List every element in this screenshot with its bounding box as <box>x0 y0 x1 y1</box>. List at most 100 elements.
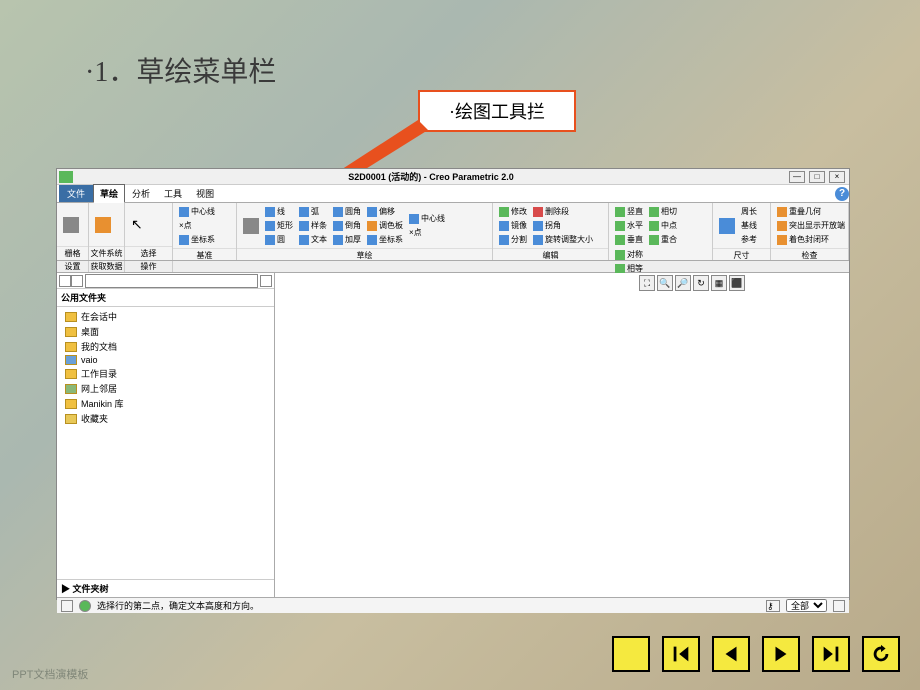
sidebar-item-documents[interactable]: 我的文档 <box>57 339 274 354</box>
text-button[interactable]: 文本 <box>297 233 329 246</box>
coincident-button[interactable]: 重合 <box>647 233 679 246</box>
overlap-button[interactable]: 重叠几何 <box>775 205 847 218</box>
sidebar-item-vaio[interactable]: vaio <box>57 354 274 366</box>
nav-blank-button[interactable] <box>612 636 650 672</box>
app-window: S2D0001 (活动的) - Creo Parametric 2.0 — □ … <box>56 168 850 600</box>
mirror-button[interactable]: 镜像 <box>497 219 529 232</box>
nav-last-button[interactable] <box>812 636 850 672</box>
canvas-area[interactable]: ⛶ 🔍 🔎 ↻ ▦ ⬛ <box>275 273 849 597</box>
nav-prev-button[interactable] <box>712 636 750 672</box>
fillet-button[interactable]: 圆角 <box>331 205 363 218</box>
nav-buttons <box>612 636 900 672</box>
horiz-button[interactable]: 水平 <box>613 219 645 232</box>
ref-button[interactable]: 参考 <box>739 233 759 246</box>
group-sketch: 草绘 <box>237 248 492 262</box>
repaint-button[interactable]: ↻ <box>693 275 709 291</box>
status-icon-1[interactable] <box>61 600 73 612</box>
sidebar-item-favorites[interactable]: 收藏夹 <box>57 411 274 426</box>
tab-analysis[interactable]: 分析 <box>125 184 157 203</box>
group-dim: 尺寸 <box>713 248 770 262</box>
perim-button[interactable]: 周长 <box>739 205 759 218</box>
tab-sketch[interactable]: 草绘 <box>93 184 125 203</box>
callout-toolbar: ·绘图工具拦 <box>418 90 576 132</box>
tab-view[interactable]: 视图 <box>189 184 221 203</box>
rotate-button[interactable]: 旋转调整大小 <box>531 233 595 246</box>
workdir-icon <box>65 369 77 379</box>
chamfer-button[interactable]: 倒角 <box>331 219 363 232</box>
maximize-button[interactable]: □ <box>809 171 825 183</box>
group-ops-label: 选择 <box>125 246 172 260</box>
delete-button[interactable]: 删除段 <box>531 205 595 218</box>
palette-button[interactable]: 调色板 <box>365 219 405 232</box>
rect-button[interactable]: 矩形 <box>263 219 295 232</box>
shade-button[interactable]: 着色封闭环 <box>775 233 847 246</box>
minimize-button[interactable]: — <box>789 171 805 183</box>
circle-button[interactable]: 圆 <box>263 233 295 246</box>
thicken-button[interactable]: 加厚 <box>331 233 363 246</box>
centerline2-button[interactable]: 中心线 <box>407 212 447 225</box>
filter-select[interactable]: 全部 <box>786 599 827 612</box>
nav-next-button[interactable] <box>762 636 800 672</box>
folder-tab-icon[interactable] <box>59 275 71 287</box>
arc-button[interactable]: 弧 <box>297 205 329 218</box>
grouplbl-3: 操作 <box>125 261 173 272</box>
normal-button[interactable] <box>717 217 737 235</box>
status-message: 选择行的第二点，确定文本高度和方向。 <box>97 599 259 612</box>
view-saved-button[interactable]: ⬛ <box>729 275 745 291</box>
filter-icon[interactable]: ⚷ <box>766 600 780 612</box>
midpt-button[interactable]: 中点 <box>647 219 679 232</box>
vert-button[interactable]: 竖直 <box>613 205 645 218</box>
sidebar-item-manikin[interactable]: Manikin 库 <box>57 396 274 411</box>
status-icon-2[interactable] <box>79 600 91 612</box>
sidebar-item-workdir[interactable]: 工作目录 <box>57 366 274 381</box>
zoom-out-button[interactable]: 🔎 <box>675 275 691 291</box>
display-button[interactable]: ▦ <box>711 275 727 291</box>
zoom-fit-button[interactable]: ⛶ <box>639 275 655 291</box>
workspace: 公用文件夹 在会话中 桌面 我的文档 vaio 工作目录 网上邻居 Maniki… <box>57 273 849 597</box>
folder-tree-toggle[interactable]: ▶ 文件夹树 <box>57 579 274 597</box>
session-icon <box>65 312 77 322</box>
offset-button[interactable]: 偏移 <box>365 205 405 218</box>
point2-button[interactable]: ×点 <box>407 226 447 239</box>
baseline-button[interactable]: 基线 <box>739 219 759 232</box>
point-button[interactable]: ×点 <box>177 219 217 232</box>
group-getdata: 文件系统 <box>89 246 124 260</box>
sym-button[interactable]: 对称 <box>613 248 645 261</box>
search-tab-icon[interactable] <box>71 275 83 287</box>
select-button[interactable]: ↖ <box>129 215 145 234</box>
app-icon <box>59 171 73 183</box>
group-edit: 编辑 <box>493 248 608 262</box>
coord2-button[interactable]: 坐标系 <box>365 233 405 246</box>
sidebar-item-network[interactable]: 网上邻居 <box>57 381 274 396</box>
address-input[interactable] <box>85 274 258 288</box>
line-button[interactable]: 线 <box>263 205 295 218</box>
computer-icon <box>65 355 77 365</box>
highlight-button[interactable]: 突出显示开放端 <box>775 219 847 232</box>
corner-button[interactable]: 拐角 <box>531 219 595 232</box>
help-icon[interactable]: ? <box>835 187 849 201</box>
tab-tools[interactable]: 工具 <box>157 184 189 203</box>
file-system-button[interactable] <box>93 216 113 234</box>
sidebar-item-session[interactable]: 在会话中 <box>57 309 274 324</box>
grouplbl-1: 设置 <box>57 261 89 272</box>
tangent-button[interactable]: 相切 <box>647 205 679 218</box>
spline-button[interactable]: 样条 <box>297 219 329 232</box>
modify-button[interactable]: 修改 <box>497 205 529 218</box>
nav-return-button[interactable] <box>862 636 900 672</box>
divide-button[interactable]: 分割 <box>497 233 529 246</box>
favorites-icon <box>65 414 77 424</box>
sidebar-header: 公用文件夹 <box>57 289 274 307</box>
sidebar-item-desktop[interactable]: 桌面 <box>57 324 274 339</box>
file-menu-button[interactable]: 文件 <box>59 185 93 202</box>
coord-button[interactable]: 坐标系 <box>177 233 217 246</box>
grid-button[interactable] <box>61 216 81 234</box>
construct-button[interactable] <box>241 217 261 235</box>
perp-button[interactable]: 垂直 <box>613 233 645 246</box>
zoom-in-button[interactable]: 🔍 <box>657 275 673 291</box>
manikin-icon <box>65 399 77 409</box>
close-button[interactable]: × <box>829 171 845 183</box>
go-icon[interactable] <box>260 275 272 287</box>
status-icon-3[interactable] <box>833 600 845 612</box>
centerline-button[interactable]: 中心线 <box>177 205 217 218</box>
nav-first-button[interactable] <box>662 636 700 672</box>
